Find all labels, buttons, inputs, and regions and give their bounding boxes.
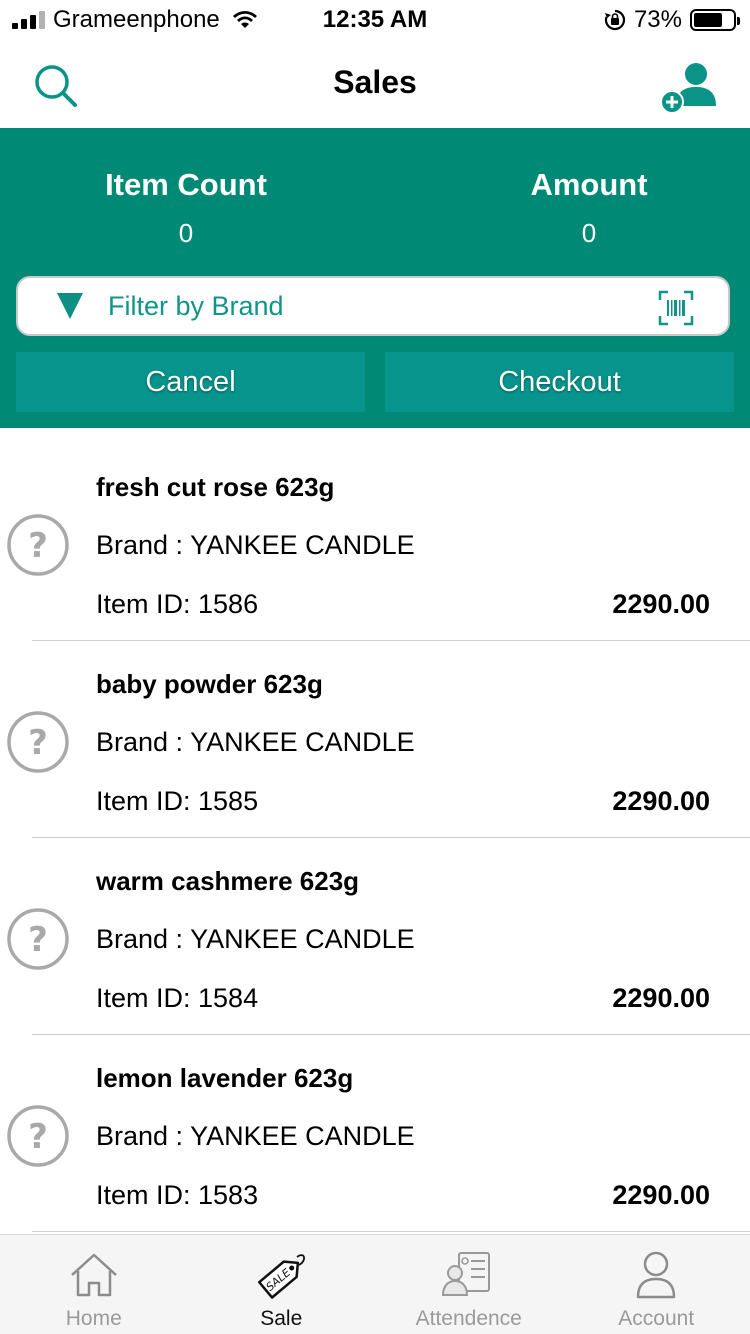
- tab-account[interactable]: Account: [563, 1235, 750, 1334]
- item-brand: Brand : YANKEE CANDLE: [96, 1121, 415, 1151]
- page-title: Sales: [333, 64, 417, 100]
- amount-stat: Amount 0: [439, 166, 739, 248]
- amount-value: 0: [581, 218, 597, 248]
- unknown-product-icon: ?: [7, 908, 69, 970]
- wifi-icon: [232, 11, 257, 28]
- item-count-stat: Item Count 0: [36, 166, 336, 248]
- tab-account-label: Account: [618, 1307, 695, 1330]
- item-count-value: 0: [178, 218, 194, 248]
- svg-text:?: ?: [28, 723, 48, 763]
- svg-text:?: ?: [28, 1117, 48, 1157]
- carrier-name: Grameenphone: [53, 6, 220, 33]
- attendance-icon: [441, 1252, 490, 1296]
- battery-icon: [690, 9, 740, 31]
- amount-label: Amount: [530, 167, 648, 202]
- item-id: Item ID: 1585: [96, 786, 259, 816]
- unknown-product-icon: ?: [7, 514, 69, 576]
- tab-home-label: Home: [65, 1307, 122, 1330]
- item-price: 2290.00: [612, 589, 710, 619]
- item-name: fresh cut rose 623g: [96, 472, 335, 502]
- item-brand: Brand : YANKEE CANDLE: [96, 727, 415, 757]
- home-icon: [70, 1253, 117, 1297]
- list-item[interactable]: ? lemon lavender 623g Brand : YANKEE CANDL…: [0, 1019, 750, 1232]
- item-name: lemon lavender 623g: [96, 1063, 354, 1093]
- product-list: ? fresh cut rose 623g Brand : YANKEE CANDL…: [0, 428, 750, 1234]
- item-price: 2290.00: [612, 786, 710, 816]
- svg-text:?: ?: [28, 526, 48, 566]
- brand-filter-label: Filter by Brand: [108, 290, 284, 321]
- item-price: 2290.00: [612, 983, 710, 1013]
- item-count-label: Item Count: [105, 167, 267, 202]
- sale-tag-icon: SALE: [258, 1254, 306, 1299]
- barcode-scan-icon[interactable]: [658, 290, 694, 326]
- svg-text:?: ?: [28, 920, 48, 960]
- list-item[interactable]: ? warm cashmere 623g Brand : YANKEE CANDLE…: [0, 822, 750, 1035]
- list-item[interactable]: ? baby powder 623g Brand : YANKEE CANDLE It…: [0, 625, 750, 838]
- battery-percent: 73%: [633, 6, 682, 33]
- checkout-button[interactable]: Checkout: [385, 352, 734, 412]
- sales-summary-panel: Item Count 0 Amount 0 Filter by Brand Ca…: [0, 128, 750, 428]
- item-name: baby powder 623g: [96, 669, 323, 699]
- tab-attendance[interactable]: Attendence: [375, 1235, 563, 1334]
- unknown-product-icon: ?: [7, 1105, 69, 1167]
- nav-bar: Sales: [0, 40, 750, 128]
- brand-filter[interactable]: Filter by Brand: [16, 276, 730, 336]
- orientation-lock-icon: [604, 9, 626, 31]
- item-id: Item ID: 1583: [96, 1180, 259, 1210]
- item-price: 2290.00: [612, 1180, 710, 1210]
- divider: [32, 1231, 750, 1232]
- item-id: Item ID: 1584: [96, 983, 259, 1013]
- account-icon: [637, 1251, 676, 1299]
- unknown-product-icon: ?: [7, 711, 69, 773]
- status-bar: Grameenphone 12:35 AM 73%: [0, 0, 750, 40]
- item-brand: Brand : YANKEE CANDLE: [96, 530, 415, 560]
- status-right: 73%: [604, 6, 740, 34]
- add-user-icon[interactable]: [658, 60, 720, 116]
- cancel-button[interactable]: Cancel: [16, 352, 365, 412]
- item-brand: Brand : YANKEE CANDLE: [96, 924, 415, 954]
- tab-sale[interactable]: SALE Sale: [188, 1235, 376, 1334]
- tab-sale-label: Sale: [260, 1307, 303, 1330]
- item-id: Item ID: 1586: [96, 589, 259, 619]
- tab-home[interactable]: Home: [0, 1235, 188, 1334]
- tab-bar: Home SALE Sale Attendence Account: [0, 1234, 750, 1334]
- filter-icon: [57, 293, 83, 319]
- signal-icon: [12, 11, 45, 29]
- list-item[interactable]: ? fresh cut rose 623g Brand : YANKEE CANDL…: [0, 428, 750, 641]
- status-left: Grameenphone: [12, 6, 258, 34]
- item-name: warm cashmere 623g: [96, 866, 360, 896]
- tab-attendance-label: Attendence: [415, 1307, 522, 1330]
